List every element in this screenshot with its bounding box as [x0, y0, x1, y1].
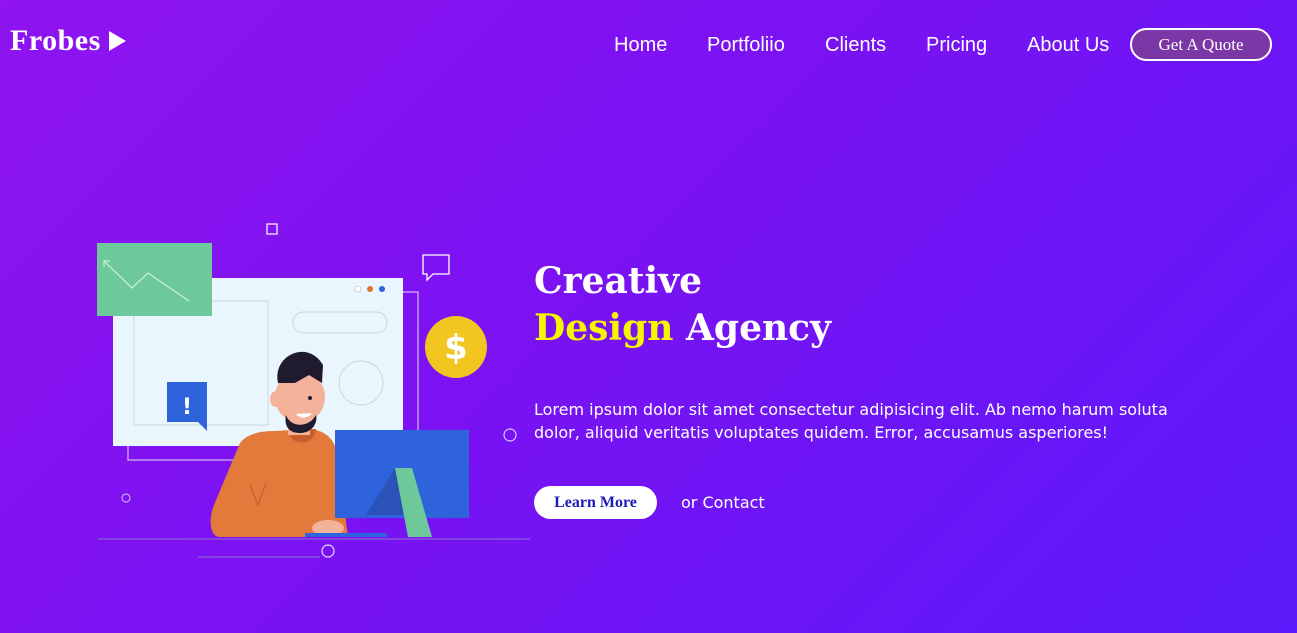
circle-shape [503, 428, 517, 442]
contact-link[interactable]: or Contact [681, 493, 765, 512]
hero-illustration: $ ! [97, 223, 530, 558]
chart-card-icon [97, 243, 212, 316]
nav-about-us[interactable]: About Us [1027, 34, 1109, 57]
svg-text:!: ! [182, 395, 192, 420]
brand-name: Frobes [10, 24, 101, 57]
dollar-coin-icon: $ [425, 316, 487, 378]
svg-text:$: $ [444, 328, 468, 368]
circle-shape-3 [321, 544, 335, 558]
nav-portfolio[interactable]: Portfoliio [707, 34, 785, 57]
get-quote-button[interactable]: Get A Quote [1130, 28, 1272, 61]
play-icon [108, 31, 126, 51]
circle-shape-2 [121, 493, 131, 503]
nav-home[interactable]: Home [614, 34, 667, 57]
hero-title-highlight: Design [534, 307, 674, 349]
learn-more-button[interactable]: Learn More [534, 486, 657, 519]
hero-title-rest: Agency [685, 307, 831, 349]
nav-clients[interactable]: Clients [825, 34, 886, 57]
nav-pricing[interactable]: Pricing [926, 34, 987, 57]
brand-logo[interactable]: Frobes [10, 24, 126, 58]
hero-title: Creative Design Agency [534, 258, 831, 352]
hero-title-line1: Creative [534, 260, 702, 302]
chat-bubble-icon [422, 254, 450, 282]
hero-description: Lorem ipsum dolor sit amet consectetur a… [534, 400, 1168, 442]
square-shape [266, 223, 278, 235]
